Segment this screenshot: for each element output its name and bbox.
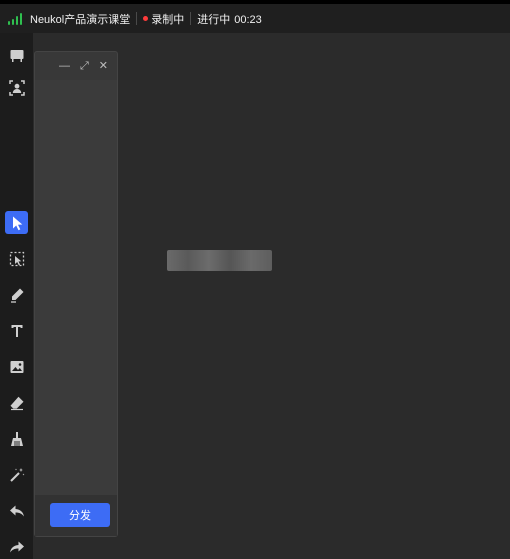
user-frame-button[interactable] (5, 76, 28, 99)
session-timer: 00:23 (234, 13, 262, 26)
minimize-icon[interactable]: — (59, 60, 70, 72)
divider (190, 12, 192, 25)
broom-icon (10, 431, 23, 446)
text-icon (11, 324, 22, 337)
recording-label: 录制中 (151, 13, 185, 26)
expand-icon[interactable]: ⤢ (80, 60, 89, 72)
panel-header: — ⤢ ✕ (35, 52, 117, 80)
image-icon (10, 360, 23, 373)
close-icon[interactable]: ✕ (99, 60, 108, 72)
whiteboard-button[interactable] (5, 44, 28, 67)
panel-footer: 分发 (35, 495, 117, 536)
recording-dot-icon (143, 16, 149, 21)
left-toolbar (0, 33, 33, 559)
redo-button[interactable] (5, 535, 28, 558)
cursor-tool-button[interactable] (5, 211, 28, 234)
text-tool-button[interactable] (5, 319, 28, 342)
redacted-content (167, 250, 272, 271)
magic-wand-icon (9, 467, 24, 482)
pen-icon (10, 288, 23, 303)
panel-body (35, 80, 117, 496)
clear-tool-button[interactable] (5, 427, 28, 450)
divider (136, 12, 138, 25)
select-icon (9, 251, 24, 266)
floating-panel: — ⤢ ✕ 分发 (34, 51, 118, 537)
top-bar: Neukol产品演示课堂 录制中 进行中 00:23 (0, 0, 510, 33)
whiteboard-icon (10, 49, 23, 62)
eraser-icon (10, 396, 23, 410)
redo-icon (9, 541, 24, 552)
user-frame-icon (8, 79, 25, 96)
recording-indicator: 录制中 (143, 11, 184, 27)
undo-button[interactable] (5, 499, 28, 522)
image-tool-button[interactable] (5, 355, 28, 378)
distribute-button[interactable]: 分发 (50, 503, 110, 527)
select-tool-button[interactable] (5, 247, 28, 270)
session-status: 进行中 00:23 (197, 11, 262, 27)
undo-icon (9, 505, 24, 516)
eraser-tool-button[interactable] (5, 391, 28, 414)
signal-icon (8, 12, 22, 25)
status-label: 进行中 (197, 13, 231, 26)
pen-tool-button[interactable] (5, 283, 28, 306)
cursor-icon (12, 216, 22, 230)
app-title: Neukol产品演示课堂 (30, 13, 131, 26)
magic-tool-button[interactable] (5, 463, 28, 486)
